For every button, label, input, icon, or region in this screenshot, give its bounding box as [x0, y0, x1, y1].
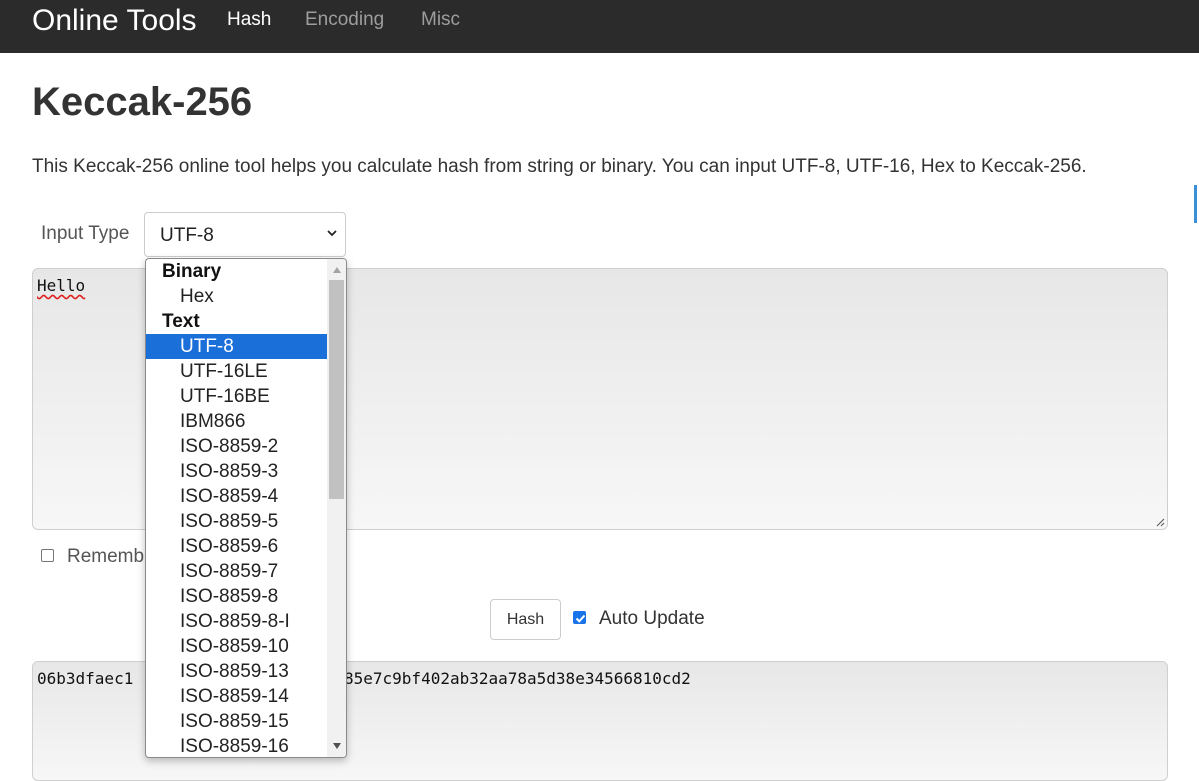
dropdown-option-utf-16le[interactable]: UTF-16LE — [146, 359, 327, 384]
dropdown-option-iso-8859-3[interactable]: ISO-8859-3 — [146, 459, 327, 484]
dropdown-option-iso-8859-8-i[interactable]: ISO-8859-8-I — [146, 609, 327, 634]
dropdown-option-iso-8859-13[interactable]: ISO-8859-13 — [146, 659, 327, 684]
page-title: Keccak-256 — [32, 80, 253, 124]
remember-checkbox[interactable] — [41, 549, 54, 562]
scroll-down-arrow-icon[interactable] — [333, 743, 341, 749]
scrollbar-thumb[interactable] — [329, 280, 344, 499]
input-type-select[interactable]: UTF-8 — [144, 212, 346, 257]
dropdown-option-iso-8859-7[interactable]: ISO-8859-7 — [146, 559, 327, 584]
auto-update-checkbox[interactable] — [573, 611, 586, 624]
dropdown-option-iso-8859-8[interactable]: ISO-8859-8 — [146, 584, 327, 609]
dropdown-option-iso-8859-16[interactable]: ISO-8859-16 — [146, 734, 327, 757]
dropdown-option-utf-8[interactable]: UTF-8 — [146, 334, 327, 359]
output-text-right: 85e7c9bf402ab32aa78a5d38e34566810cd2 — [344, 669, 691, 688]
dropdown-option-iso-8859-14[interactable]: ISO-8859-14 — [146, 684, 327, 709]
nav-link-encoding[interactable]: Encoding — [305, 9, 384, 31]
side-accent-bar — [1194, 185, 1197, 223]
output-text-left: 06b3dfaec1 — [37, 669, 134, 688]
dropdown-option-iso-8859-5[interactable]: ISO-8859-5 — [146, 509, 327, 534]
dropdown-group-text: Text — [162, 311, 200, 332]
dropdown-option-utf-16be[interactable]: UTF-16BE — [146, 384, 327, 409]
dropdown-option-iso-8859-15[interactable]: ISO-8859-15 — [146, 709, 327, 734]
nav-link-hash[interactable]: Hash — [227, 9, 271, 31]
dropdown-scrollbar[interactable] — [327, 259, 346, 757]
nav-link-misc[interactable]: Misc — [421, 9, 460, 31]
input-type-dropdown: Binary Hex Text UTF-8 UTF-16LE UTF-16BE IBM866… — [145, 258, 347, 758]
dropdown-group-binary: Binary — [162, 261, 222, 282]
input-text: Hello — [37, 276, 86, 295]
dropdown-option-iso-8859-4[interactable]: ISO-8859-4 — [146, 484, 327, 509]
resize-grip-icon[interactable] — [1155, 517, 1165, 527]
page-description: This Keccak-256 online tool helps you ca… — [32, 156, 1087, 177]
input-type-label: Input Type — [41, 223, 130, 244]
chevron-down-icon — [327, 230, 337, 237]
dropdown-option-hex[interactable]: Hex — [146, 284, 327, 309]
brand-link[interactable]: Online Tools — [32, 3, 197, 39]
auto-update-label: Auto Update — [599, 608, 705, 629]
input-type-selected-value: UTF-8 — [160, 225, 214, 246]
checkmark-icon — [575, 614, 586, 623]
hash-button[interactable]: Hash — [490, 599, 561, 640]
dropdown-option-iso-8859-10[interactable]: ISO-8859-10 — [146, 634, 327, 659]
scroll-up-arrow-icon[interactable] — [333, 267, 341, 273]
dropdown-option-iso-8859-6[interactable]: ISO-8859-6 — [146, 534, 327, 559]
remember-label: Rememb — [67, 546, 145, 567]
dropdown-option-iso-8859-2[interactable]: ISO-8859-2 — [146, 434, 327, 459]
navbar: Online Tools Hash Encoding Misc — [0, 0, 1199, 53]
dropdown-option-list: Binary Hex Text UTF-8 UTF-16LE UTF-16BE IBM866… — [146, 259, 327, 757]
dropdown-option-ibm866[interactable]: IBM866 — [146, 409, 327, 434]
